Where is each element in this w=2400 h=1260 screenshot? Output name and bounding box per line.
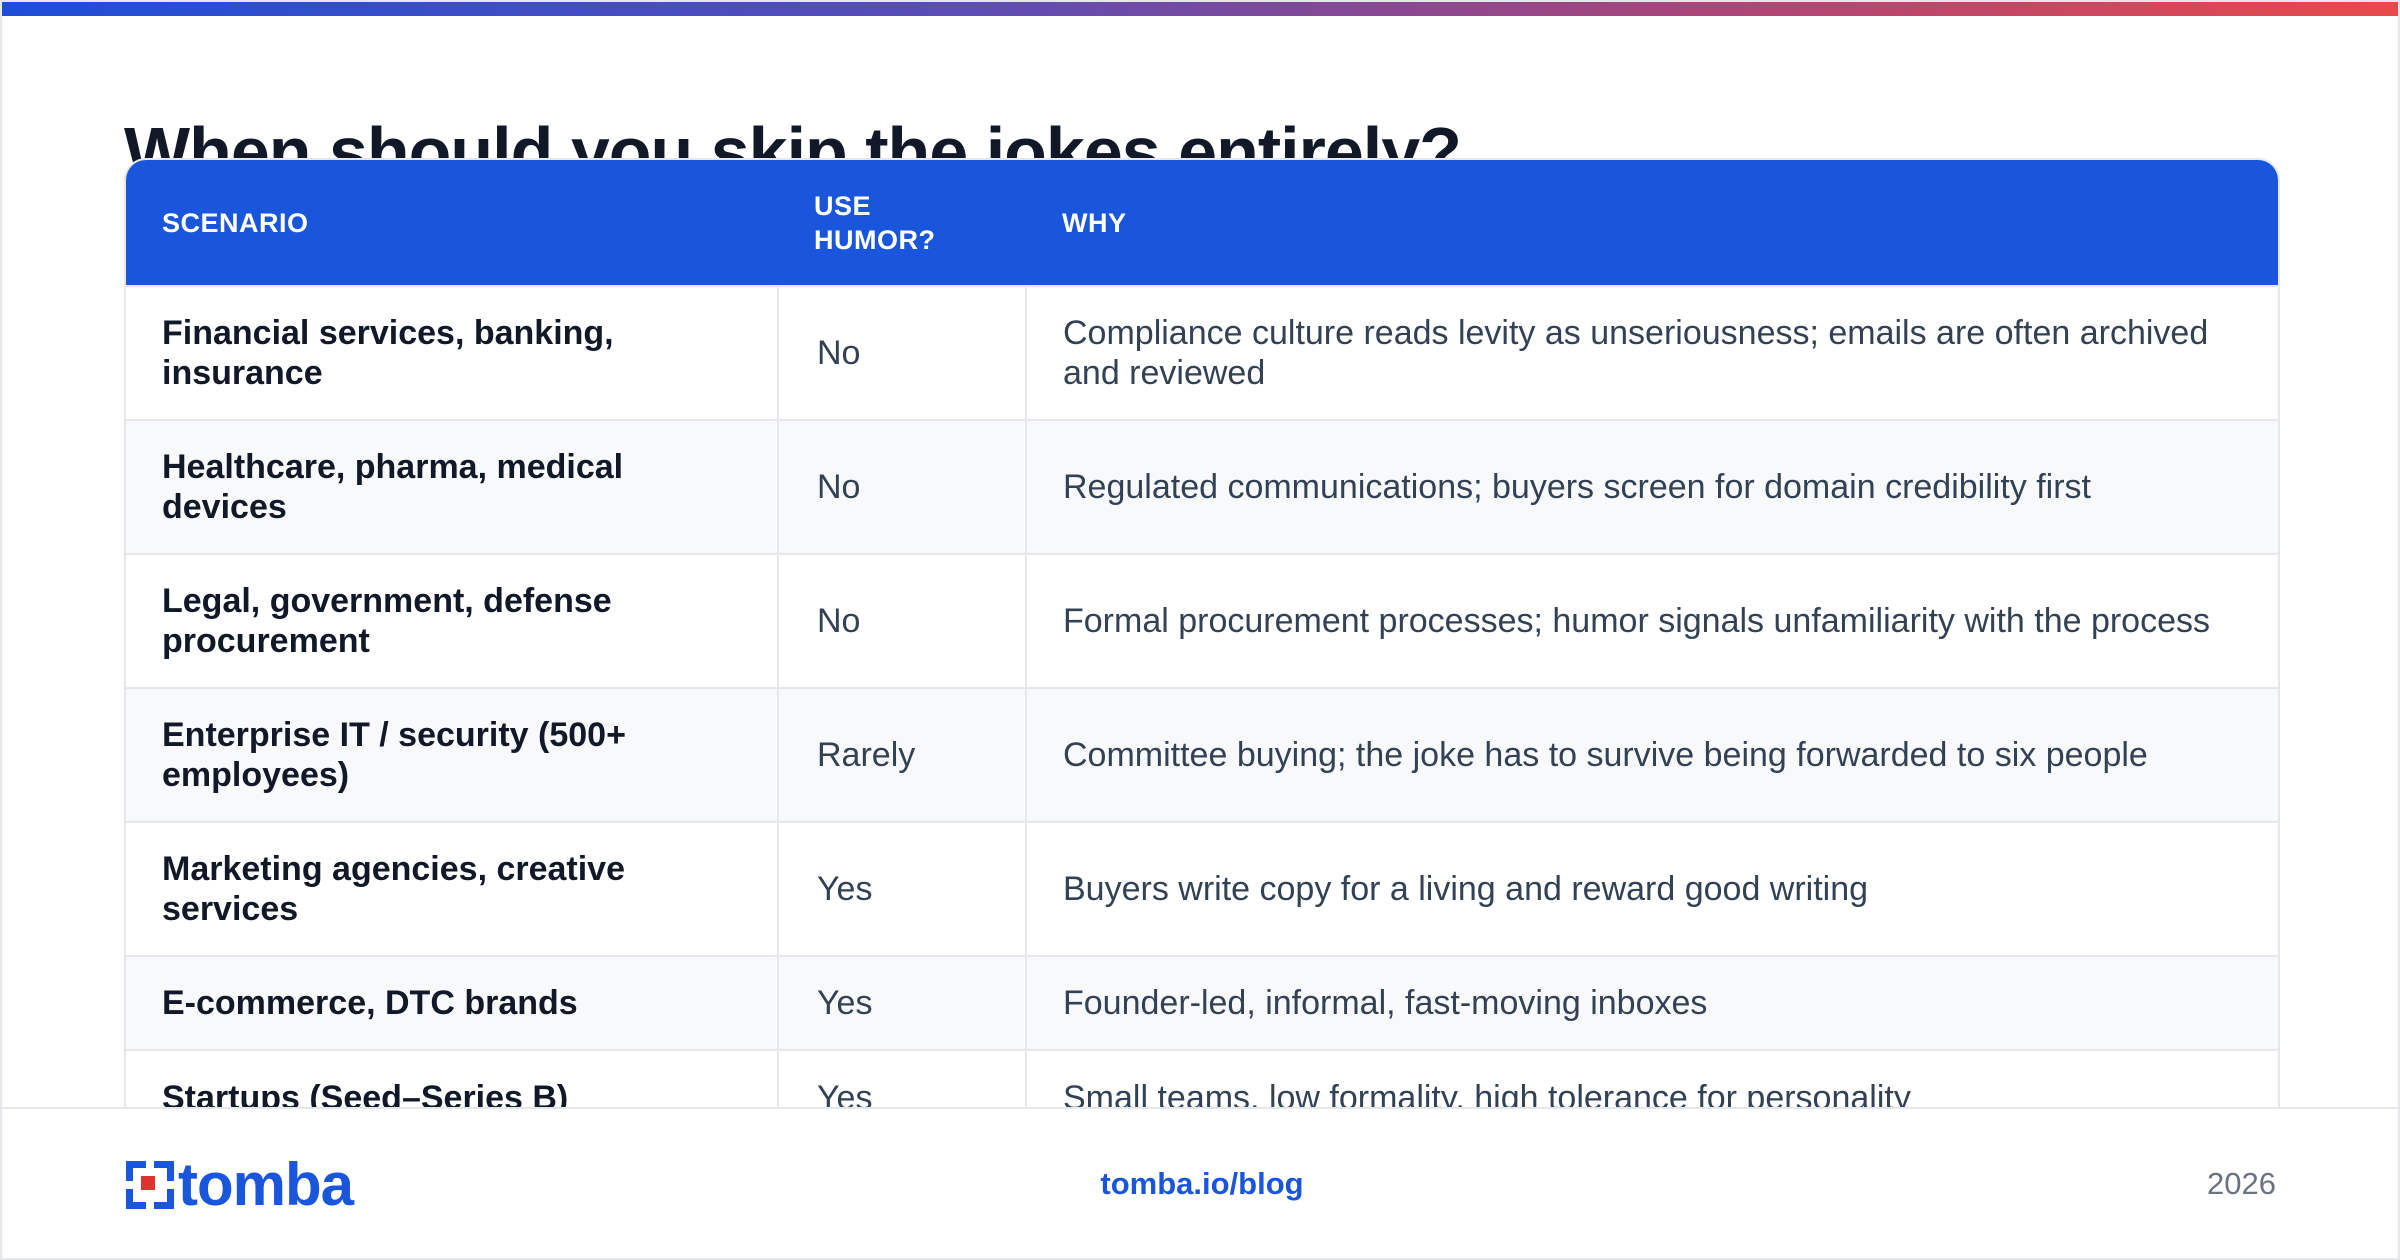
cell-use-humor: Yes — [777, 821, 1026, 956]
slide: When should you skip the jokes entirely?… — [0, 0, 2400, 1260]
table-header: SCENARIO USE HUMOR? WHY — [126, 160, 2278, 286]
cell-scenario: Financial services, banking, insurance — [126, 285, 778, 420]
cell-use-humor: Rarely — [777, 687, 1026, 822]
table-row: E-commerce, DTC brands Yes Founder-led, … — [126, 955, 2278, 1050]
accent-gradient-bar — [2, 2, 2398, 16]
cell-use-humor: No — [777, 553, 1026, 688]
table-header-row: SCENARIO USE HUMOR? WHY — [126, 160, 2278, 286]
humor-scenarios-table: SCENARIO USE HUMOR? WHY Financial servic… — [126, 160, 2278, 1142]
table-row: Marketing agencies, creative services Ye… — [126, 821, 2278, 956]
footer-year: 2026 — [2207, 1166, 2276, 1201]
cell-why: Formal procurement processes; humor sign… — [1025, 553, 2278, 688]
page-title: When should you skip the jokes entirely? — [124, 113, 1461, 162]
comparison-table-card: SCENARIO USE HUMOR? WHY Financial servic… — [124, 158, 2280, 1144]
cell-why: Compliance culture reads levity as unser… — [1025, 285, 2278, 420]
cell-scenario: Legal, government, defense procurement — [126, 553, 778, 688]
cell-use-humor: No — [777, 419, 1026, 554]
cell-scenario: Healthcare, pharma, medical devices — [126, 419, 778, 554]
column-header-scenario: SCENARIO — [162, 207, 309, 238]
column-header-why: WHY — [1062, 207, 1127, 238]
cell-why: Committee buying; the joke has to surviv… — [1025, 687, 2278, 822]
cell-why: Regulated communications; buyers screen … — [1025, 419, 2278, 554]
table-row: Healthcare, pharma, medical devices No R… — [126, 419, 2278, 554]
cell-scenario: E-commerce, DTC brands — [126, 955, 778, 1050]
cell-why: Founder-led, informal, fast-moving inbox… — [1025, 955, 2278, 1050]
cell-use-humor: Yes — [777, 955, 1026, 1050]
cell-use-humor: No — [777, 285, 1026, 420]
cell-scenario: Marketing agencies, creative services — [126, 821, 778, 956]
table-row: Legal, government, defense procurement N… — [126, 553, 2278, 688]
table-row: Enterprise IT / security (500+ employees… — [126, 687, 2278, 822]
table-row: Financial services, banking, insurance N… — [126, 285, 2278, 420]
column-header-use-humor: USE HUMOR? — [814, 190, 936, 255]
blog-link[interactable]: tomba.io/blog — [2, 1166, 2398, 1202]
cell-why: Buyers write copy for a living and rewar… — [1025, 821, 2278, 956]
table-body: Financial services, banking, insurance N… — [126, 285, 2278, 1142]
cell-scenario: Enterprise IT / security (500+ employees… — [126, 687, 778, 822]
